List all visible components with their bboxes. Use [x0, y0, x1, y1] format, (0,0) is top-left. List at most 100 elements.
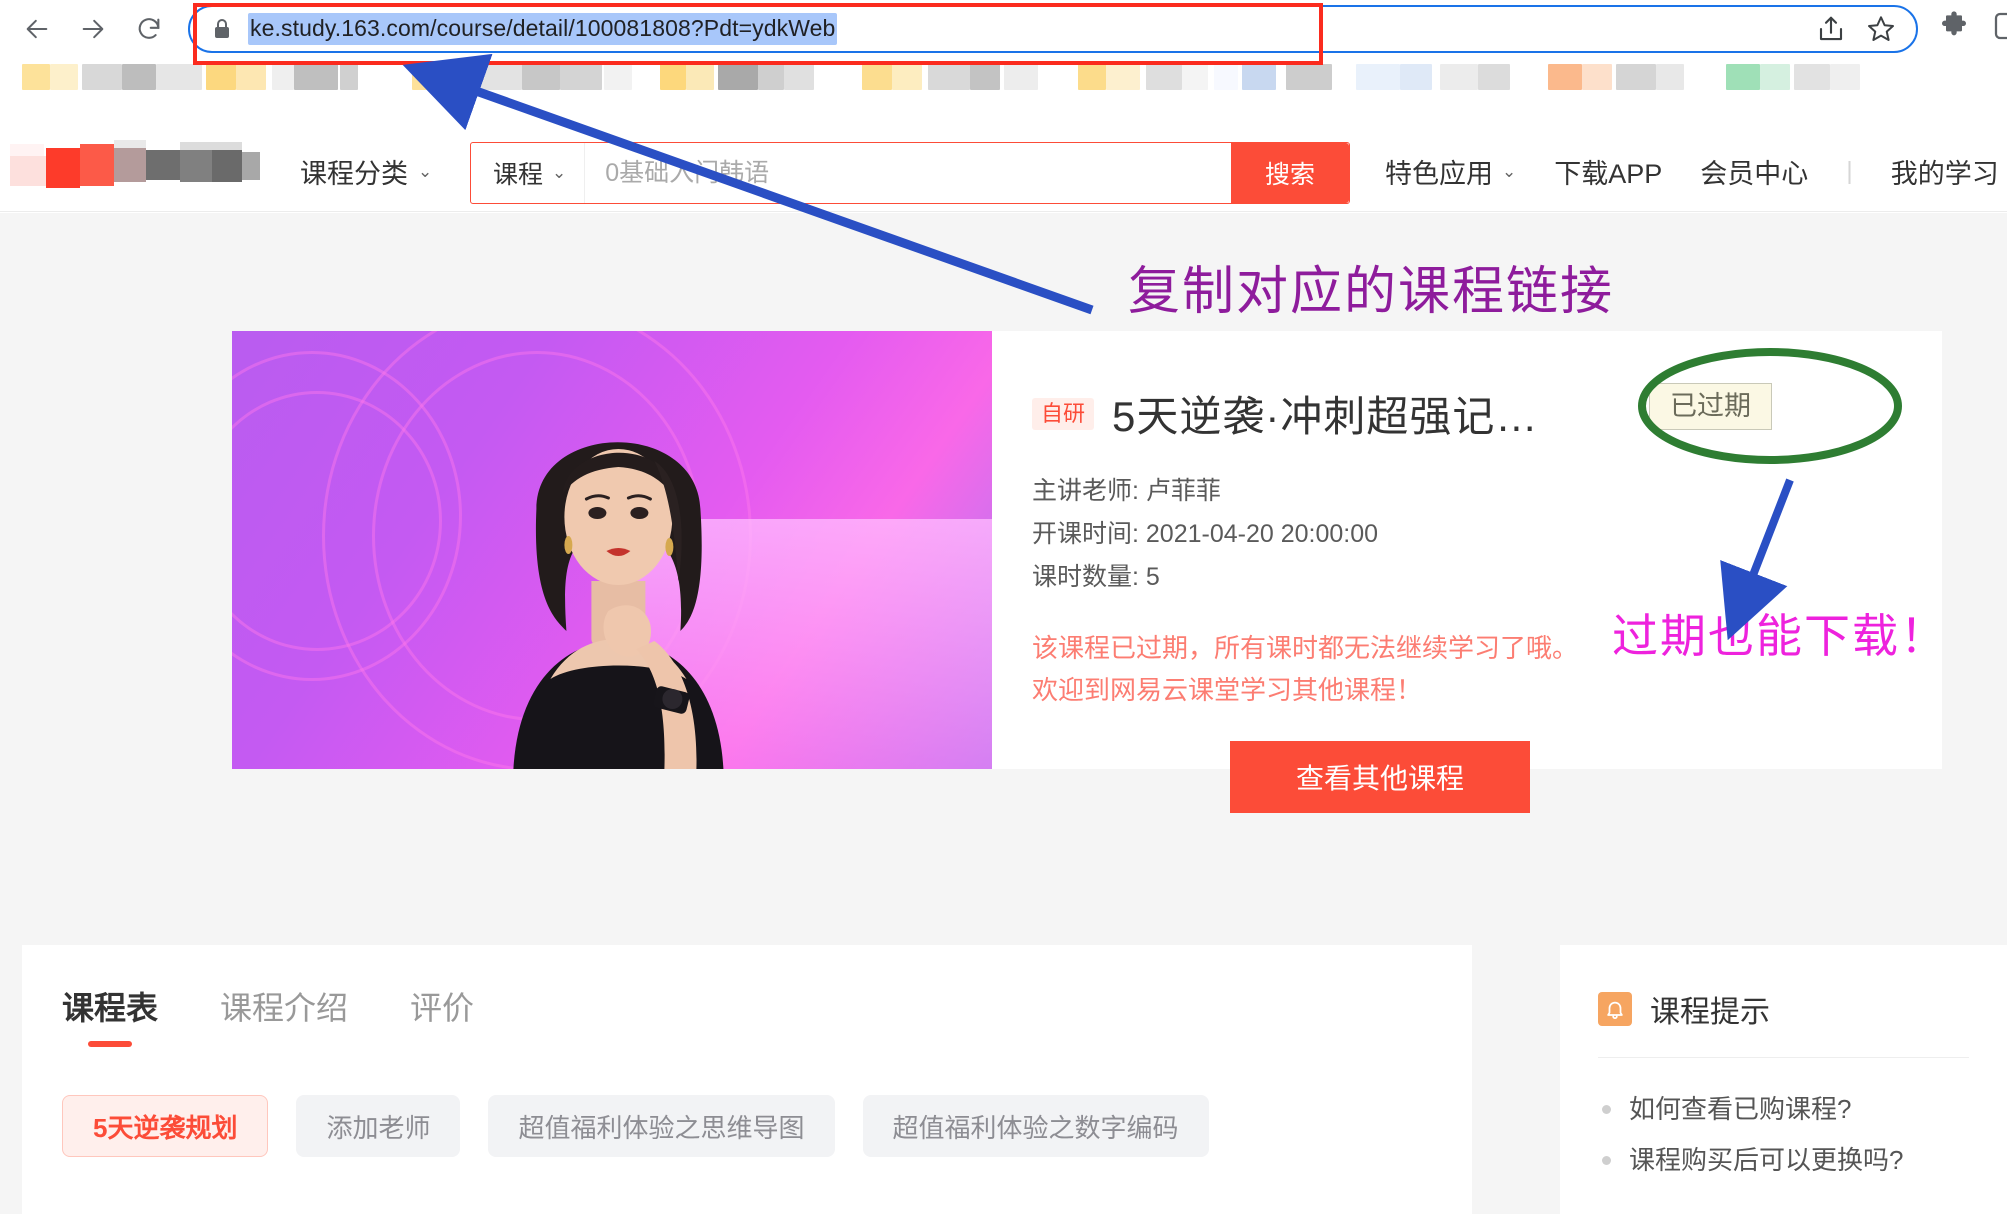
course-tips-panel: 课程提示 如何查看已购课程? 课程购买后可以更换吗? — [1560, 945, 2007, 1214]
bullet-icon — [1602, 1156, 1611, 1165]
tab-course-intro[interactable]: 课程介绍 — [220, 983, 348, 1043]
course-meta: 主讲老师: 卢菲菲 开课时间: 2021-04-20 20:00:00 课时数量… — [1032, 470, 1902, 599]
profile-icon[interactable] — [1992, 10, 2007, 42]
reload-icon[interactable] — [134, 14, 164, 44]
back-icon[interactable] — [22, 14, 52, 44]
bookmark-item[interactable] — [1004, 64, 1038, 90]
nav-label: 我的学习 — [1891, 152, 1999, 191]
url-text[interactable]: ke.study.163.com/course/detail/100081808… — [248, 13, 837, 45]
meta-label: 主讲老师: — [1032, 477, 1139, 505]
course-tips-list: 如何查看已购课程? 课程购买后可以更换吗? — [1560, 1058, 2007, 1185]
bookmark-item[interactable] — [236, 64, 266, 90]
forward-icon[interactable] — [78, 14, 108, 44]
bookmark-item[interactable] — [560, 64, 602, 90]
bookmark-item[interactable] — [1440, 64, 1478, 90]
bookmark-item[interactable] — [340, 64, 358, 90]
bookmark-item[interactable] — [1286, 64, 1332, 90]
meta-value: 5 — [1146, 563, 1160, 591]
bookmark-item[interactable] — [686, 64, 714, 90]
search-type-label: 课程 — [493, 155, 543, 191]
cta-row: 查看其他课程 — [1032, 741, 1902, 813]
list-item[interactable]: 如何查看已购课程? — [1602, 1084, 2007, 1135]
bookmark-item[interactable] — [1214, 64, 1238, 90]
chapter-chip-list: 5天逆袭规划 添加老师 超值福利体验之思维导图 超值福利体验之数字编码 — [22, 1043, 1472, 1157]
meta-value: 卢菲菲 — [1146, 477, 1221, 505]
chapter-chip[interactable]: 5天逆袭规划 — [62, 1095, 268, 1157]
bookmark-item[interactable] — [206, 64, 236, 90]
bookmark-item[interactable] — [892, 64, 922, 90]
meta-value: 2021-04-20 20:00:00 — [1146, 520, 1378, 548]
bookmark-item[interactable] — [82, 64, 122, 90]
puzzle-icon[interactable] — [1938, 10, 1970, 42]
nav-item-download-app[interactable]: 下载APP — [1554, 152, 1662, 191]
search-bar: 课程 ⌄ 搜索 — [470, 142, 1350, 204]
chapter-chip[interactable]: 超值福利体验之思维导图 — [488, 1095, 834, 1157]
warning-line: 欢迎到网易云课堂学习其他课程！ — [1032, 669, 1902, 711]
bookmark-item[interactable] — [156, 64, 202, 90]
bookmark-item[interactable] — [604, 64, 632, 90]
bookmark-item[interactable] — [1830, 64, 1860, 90]
bookmark-item[interactable] — [22, 64, 50, 90]
nav-item-member-center[interactable]: 会员中心 — [1700, 152, 1808, 191]
bookmark-item[interactable] — [1400, 64, 1432, 90]
bullet-icon — [1602, 1105, 1611, 1114]
bookmark-item[interactable] — [412, 64, 442, 90]
nav-item-featured-apps[interactable]: 特色应用 ⌄ — [1385, 152, 1516, 191]
chapter-chip[interactable]: 添加老师 — [296, 1095, 460, 1157]
search-type-select[interactable]: 课程 ⌄ — [471, 143, 585, 203]
course-tips-header: 课程提示 — [1560, 945, 2007, 1031]
bookmark-item[interactable] — [272, 64, 294, 90]
bookmark-item[interactable] — [1078, 64, 1106, 90]
bookmark-item[interactable] — [442, 64, 476, 90]
bookmark-item[interactable] — [1616, 64, 1656, 90]
star-icon[interactable] — [1864, 12, 1898, 46]
bookmark-item[interactable] — [1656, 64, 1684, 90]
search-button[interactable]: 搜索 — [1231, 143, 1349, 203]
bookmark-item[interactable] — [1760, 64, 1790, 90]
address-bar[interactable]: ke.study.163.com/course/detail/100081808… — [188, 5, 1918, 53]
bookmark-item[interactable] — [1582, 64, 1612, 90]
bookmark-item[interactable] — [1182, 64, 1208, 90]
bookmark-item[interactable] — [1794, 64, 1830, 90]
search-input[interactable] — [585, 143, 1231, 203]
bookmark-item[interactable] — [50, 64, 78, 90]
bookmark-item[interactable] — [1548, 64, 1582, 90]
chapter-chip[interactable]: 超值福利体验之数字编码 — [863, 1095, 1209, 1157]
course-tips-title: 课程提示 — [1650, 987, 1770, 1031]
category-menu[interactable]: 课程分类 ⌄ — [300, 152, 432, 191]
site-logo[interactable] — [10, 140, 260, 192]
list-item[interactable]: 课程购买后可以更换吗? — [1602, 1135, 2007, 1186]
bookmark-item[interactable] — [1478, 64, 1510, 90]
bookmarks-bar[interactable] — [0, 58, 2007, 96]
list-item-label: 如何查看已购课程? — [1629, 1084, 1851, 1135]
bookmark-item[interactable] — [718, 64, 758, 90]
bookmark-item[interactable] — [294, 64, 338, 90]
share-icon[interactable] — [1814, 12, 1848, 46]
nav-label: 下载APP — [1554, 152, 1662, 191]
bookmark-item[interactable] — [1146, 64, 1182, 90]
bookmark-item[interactable] — [478, 64, 522, 90]
bookmark-item[interactable] — [1106, 64, 1140, 90]
bookmark-item[interactable] — [122, 64, 156, 90]
bookmark-item[interactable] — [1356, 64, 1400, 90]
meta-row: 课时数量: 5 — [1032, 556, 1902, 599]
bookmark-item[interactable] — [1726, 64, 1760, 90]
tab-course-schedule[interactable]: 课程表 — [62, 983, 158, 1043]
bookmark-item[interactable] — [1242, 64, 1276, 90]
bookmark-item[interactable] — [660, 64, 686, 90]
bookmark-item[interactable] — [784, 64, 814, 90]
bookmark-item[interactable] — [522, 64, 560, 90]
bookmark-item[interactable] — [928, 64, 970, 90]
bookmark-item[interactable] — [758, 64, 784, 90]
instructor-photo — [458, 349, 778, 769]
course-info: 自研 5天逆袭·冲刺超强记… 已过期 主讲老师: 卢菲菲 开课时间: 2021-… — [992, 331, 1942, 769]
bookmark-item[interactable] — [862, 64, 892, 90]
view-other-courses-button[interactable]: 查看其他课程 — [1230, 741, 1530, 813]
annotation-expired-download-text: 过期也能下载！ — [1612, 600, 1948, 666]
tab-reviews[interactable]: 评价 — [410, 983, 474, 1043]
nav-item-my-study[interactable]: 我的学习 — [1891, 152, 1999, 191]
browser-toolbar: ke.study.163.com/course/detail/100081808… — [0, 0, 2007, 58]
bookmark-item[interactable] — [970, 64, 1000, 90]
meta-row: 主讲老师: 卢菲菲 — [1032, 470, 1902, 513]
bell-icon — [1598, 992, 1632, 1026]
